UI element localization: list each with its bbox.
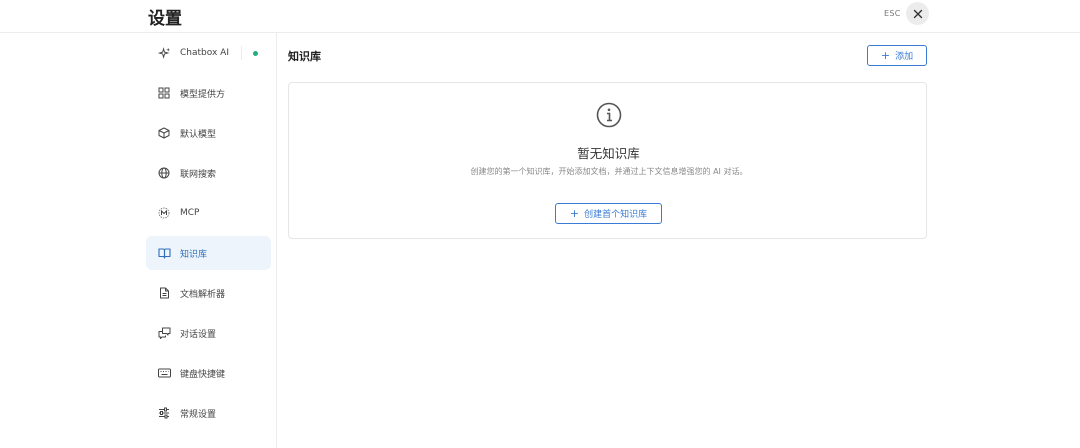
book-icon [157, 246, 171, 260]
sliders-icon [157, 406, 171, 420]
plus-icon: + [569, 207, 580, 220]
keyboard-icon [157, 366, 171, 380]
info-icon [596, 102, 622, 128]
sidebar-item-knowledge-base[interactable]: 知识库 [146, 236, 271, 270]
sidebar-item-label: 对话设置 [180, 329, 217, 340]
sidebar-item-label: Chatbox AI [180, 48, 229, 58]
create-button-label: 创建首个知识库 [584, 210, 648, 220]
separator [241, 46, 242, 60]
sidebar-item-label: 常规设置 [180, 409, 217, 420]
sidebar-item-label: MCP [180, 208, 200, 218]
sidebar-item-default-model[interactable]: 默认模型 [146, 116, 271, 150]
settings-sidebar: Chatbox AI 模型提供方 默认模型 联网搜索 MCP 知识库 文档解析器… [146, 36, 271, 436]
page-title: 设置 [148, 9, 182, 29]
sidebar-item-label: 模型提供方 [180, 89, 226, 100]
sidebar-item-web-search[interactable]: 联网搜索 [146, 156, 271, 190]
sidebar-divider [276, 33, 277, 448]
sidebar-item-general-settings[interactable]: 常规设置 [146, 396, 271, 430]
create-first-knowledge-base-button[interactable]: + 创建首个知识库 [555, 203, 662, 224]
sparkle-icon [157, 46, 171, 60]
sidebar-item-mcp[interactable]: MCP [146, 196, 271, 230]
status-dot [253, 51, 258, 56]
empty-state-title: 暂无知识库 [577, 146, 640, 161]
empty-state-description: 创建您的第一个知识库，开始添加文档，并通过上下文信息增强您的 AI 对话。 [470, 167, 748, 176]
sidebar-item-chat-settings[interactable]: 对话设置 [146, 316, 271, 350]
add-knowledge-base-button[interactable]: + 添加 [867, 45, 927, 66]
sidebar-item-keyboard-shortcuts[interactable]: 键盘快捷键 [146, 356, 271, 390]
empty-state-card: 暂无知识库 创建您的第一个知识库，开始添加文档，并通过上下文信息增强您的 AI … [288, 82, 927, 239]
sidebar-item-label: 知识库 [180, 249, 208, 260]
grid-icon [157, 86, 171, 100]
document-icon [157, 286, 171, 300]
sidebar-item-label: 键盘快捷键 [180, 369, 226, 380]
esc-label: ESC [884, 9, 901, 18]
settings-header: 设置 ESC [0, 0, 1080, 33]
close-button[interactable] [906, 2, 929, 25]
sidebar-item-model-providers[interactable]: 模型提供方 [146, 76, 271, 110]
sidebar-item-label: 联网搜索 [180, 169, 217, 180]
sidebar-item-document-parser[interactable]: 文档解析器 [146, 276, 271, 310]
cube-icon [157, 126, 171, 140]
close-icon [913, 9, 922, 18]
add-button-label: 添加 [895, 52, 914, 62]
globe-icon [157, 166, 171, 180]
section-title: 知识库 [288, 50, 321, 63]
plus-icon: + [880, 49, 891, 62]
mcp-icon [157, 206, 171, 220]
sidebar-item-chatbox-ai[interactable]: Chatbox AI [146, 36, 271, 70]
chat-icon [157, 326, 171, 340]
sidebar-item-label: 文档解析器 [180, 289, 226, 300]
sidebar-item-label: 默认模型 [180, 129, 217, 140]
